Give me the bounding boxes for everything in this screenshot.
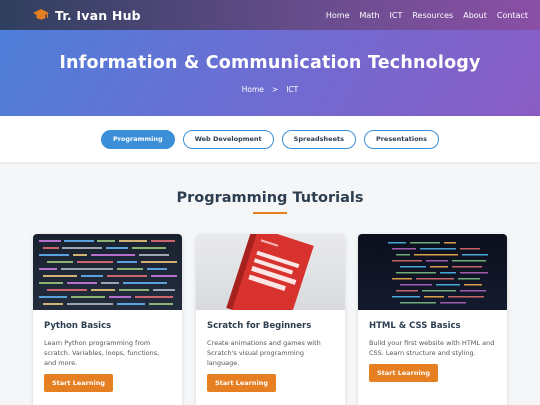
card-description: Learn Python programming from scratch. V… (44, 339, 160, 367)
breadcrumb-home[interactable]: Home (242, 85, 264, 94)
html-code-image (358, 234, 507, 310)
filter-presentations[interactable]: Presentations (363, 129, 440, 149)
card-body: Python Basics Learn Python programming f… (33, 310, 182, 392)
breadcrumb: Home > ICT (0, 85, 540, 94)
section-title-underline (253, 212, 287, 214)
javascript-book-image (196, 234, 345, 310)
code-screen-image (33, 234, 182, 310)
filter-spreadsheets[interactable]: Spreadsheets (281, 129, 356, 149)
card-title: Python Basics (44, 321, 112, 331)
filter-web-development[interactable]: Web Development (182, 129, 274, 149)
hero-banner: Information & Communication Technology H… (0, 30, 540, 116)
card-description: Create animations and games with Scratch… (207, 339, 321, 367)
nav-link-about[interactable]: About (463, 11, 487, 20)
brand-name: Tr. Ivan Hub (55, 7, 141, 23)
card-body: Scratch for Beginners Create animations … (196, 310, 345, 392)
card-description: Build your first website with HTML and C… (369, 339, 495, 357)
filter-programming[interactable]: Programming (100, 129, 175, 149)
breadcrumb-separator: > (271, 85, 279, 94)
start-learning-button[interactable]: Start Learning (44, 374, 114, 392)
brand[interactable]: Tr. Ivan Hub (33, 8, 141, 23)
graduation-cap-icon (33, 9, 49, 20)
nav-links: Home Math ICT Resources About Contact (316, 11, 528, 20)
tutorial-card-scratch: Scratch for Beginners Create animations … (196, 234, 345, 405)
nav-link-ict[interactable]: ICT (390, 11, 403, 20)
tutorial-card-html-css: HTML & CSS Basics Build your first websi… (358, 234, 507, 405)
nav-link-contact[interactable]: Contact (497, 11, 528, 20)
nav-link-math[interactable]: Math (360, 11, 380, 20)
tutorial-card-python: Python Basics Learn Python programming f… (33, 234, 182, 405)
page-title: Information & Communication Technology (59, 53, 481, 73)
filter-bar: Programming Web Development Spreadsheets… (0, 116, 540, 162)
breadcrumb-current: ICT (286, 85, 299, 94)
card-body: HTML & CSS Basics Build your first websi… (358, 310, 507, 382)
start-learning-button[interactable]: Start Learning (207, 374, 277, 392)
navbar: Tr. Ivan Hub Home Math ICT Resources Abo… (0, 0, 540, 30)
card-title: Scratch for Beginners (207, 321, 312, 331)
start-learning-button[interactable]: Start Learning (369, 364, 439, 382)
section-title: Programming Tutorials (176, 190, 364, 206)
nav-link-resources[interactable]: Resources (412, 11, 453, 20)
nav-link-home[interactable]: Home (326, 11, 350, 20)
card-title: HTML & CSS Basics (369, 321, 461, 331)
